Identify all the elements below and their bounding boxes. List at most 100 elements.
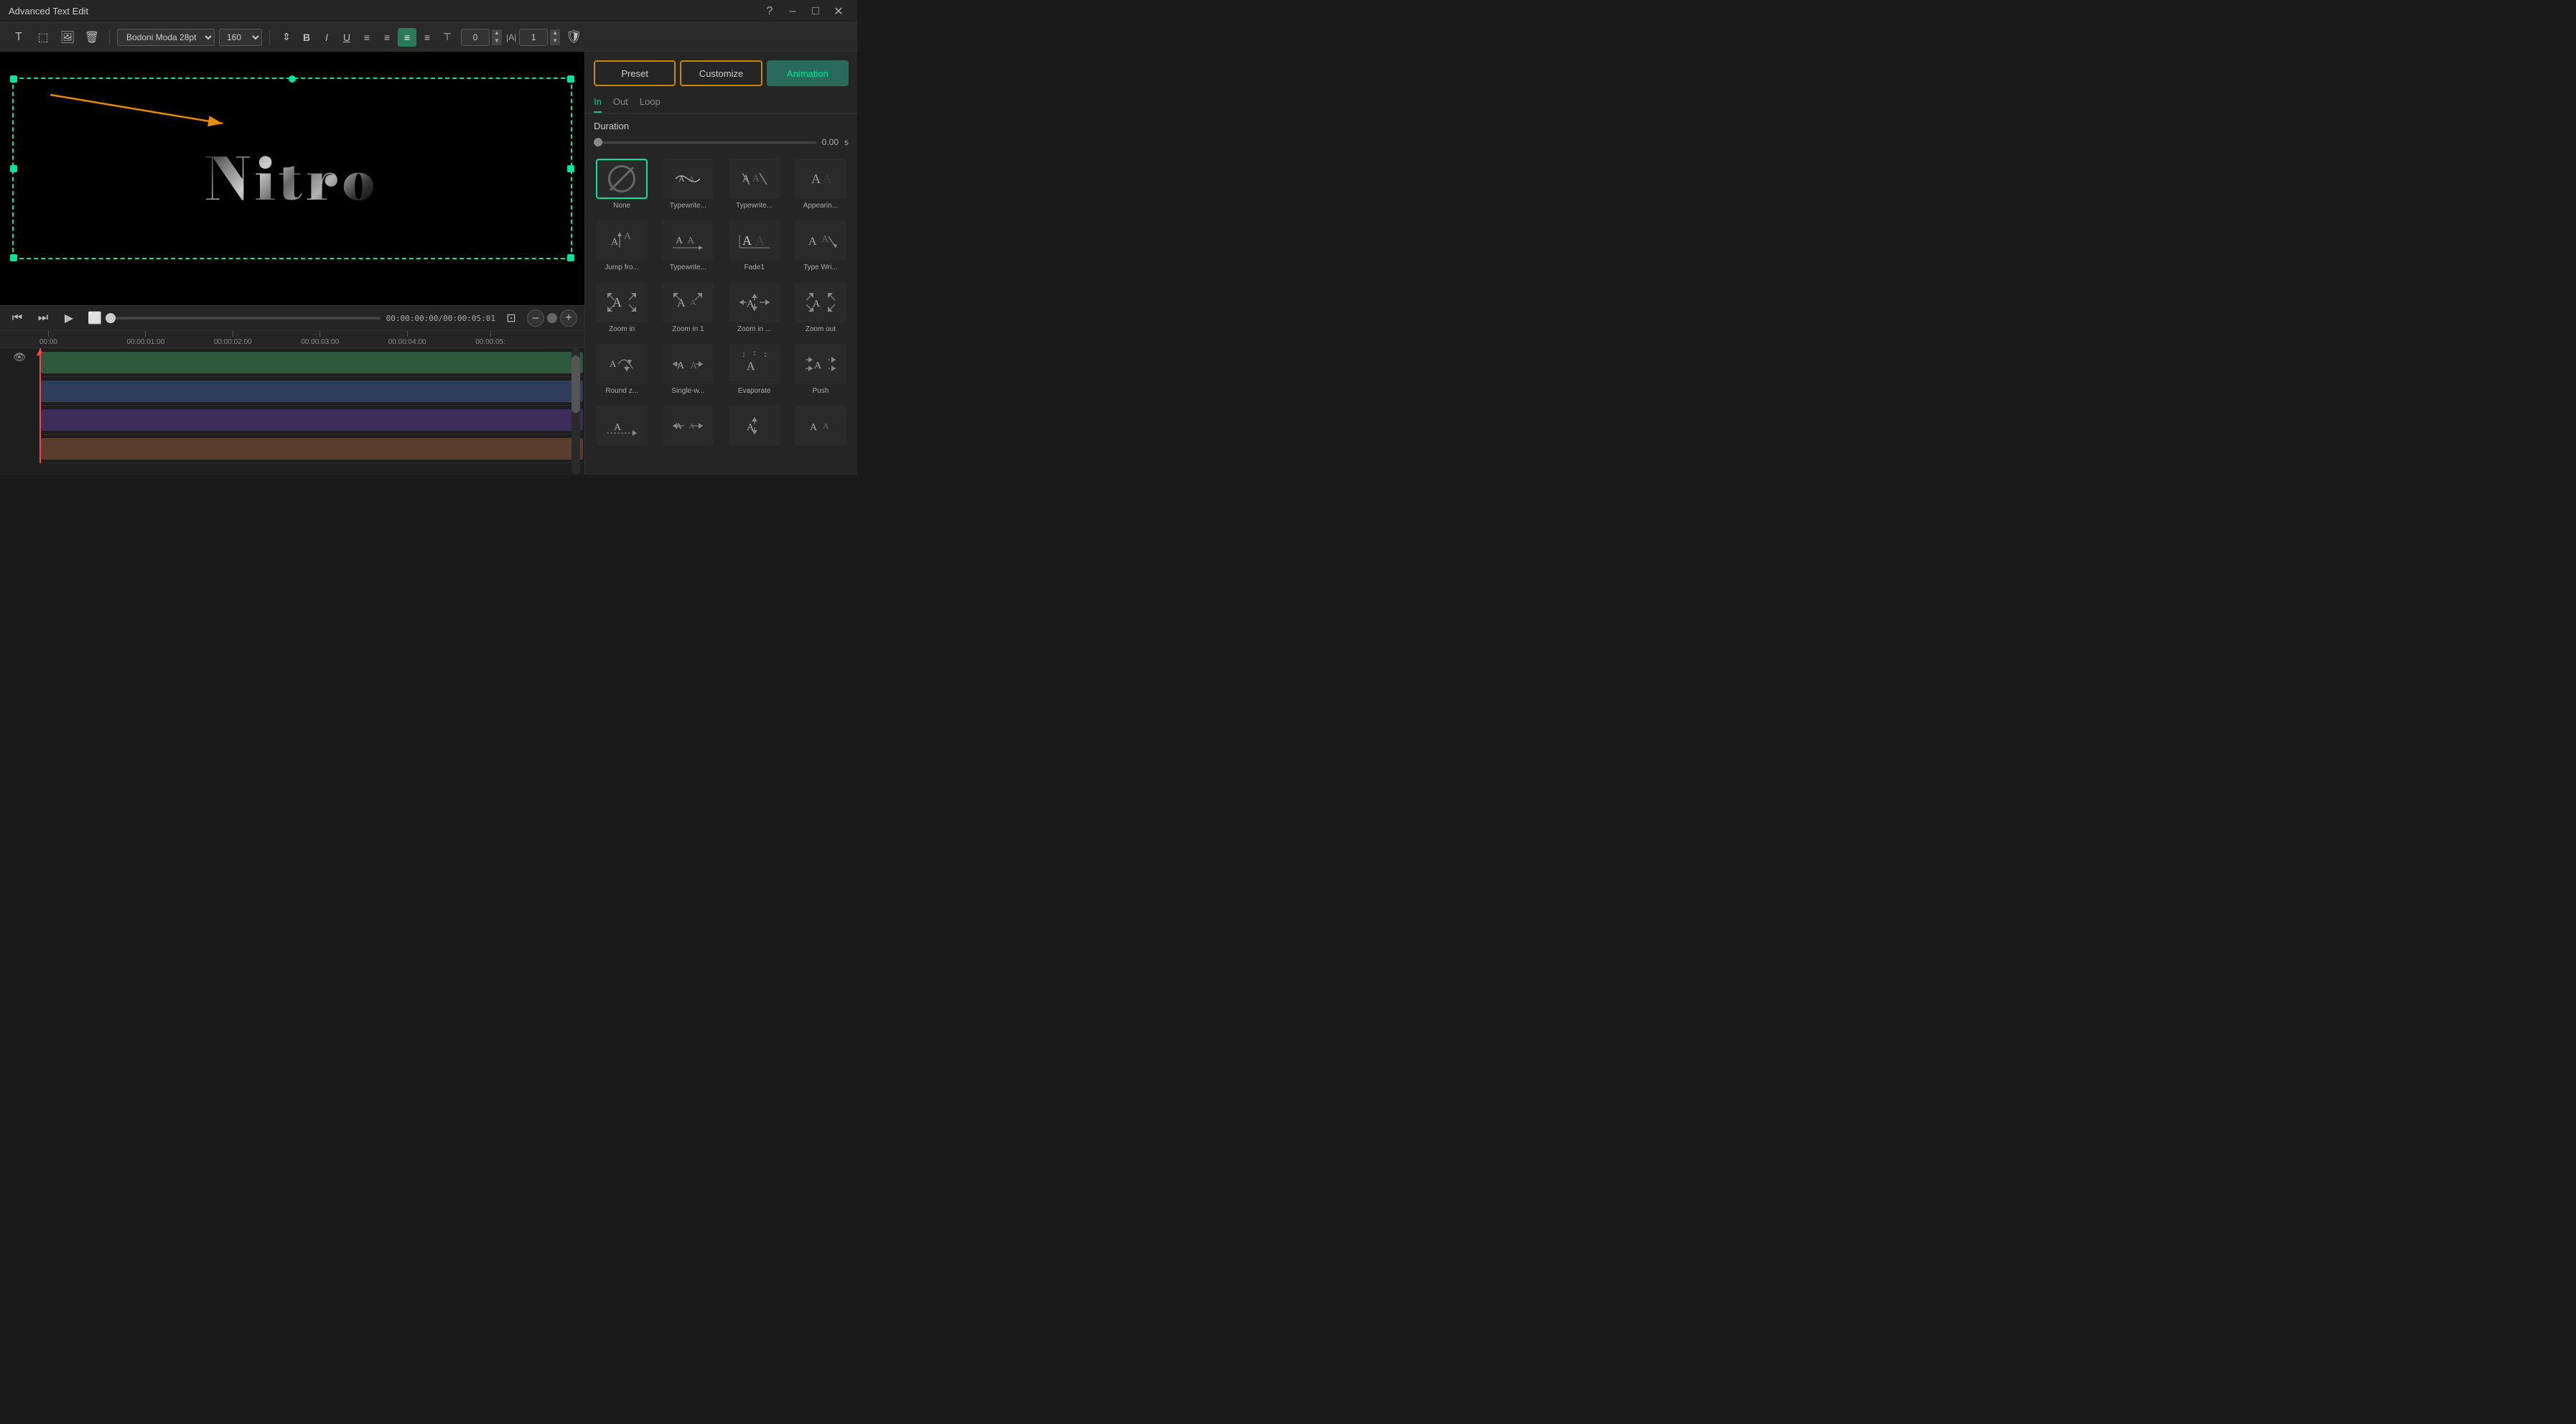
track-content-1[interactable] <box>41 352 583 373</box>
handle-middle-right[interactable] <box>567 165 574 172</box>
leading-input[interactable] <box>519 29 548 46</box>
step-forward-button[interactable]: ⏭ <box>33 308 53 328</box>
preset-tab[interactable]: Preset <box>594 60 676 86</box>
font-selector[interactable]: Bodoni Moda 28pt <box>117 29 215 46</box>
track-content-4[interactable] <box>41 438 583 460</box>
anim-typewrite3[interactable]: A A Typewrite... <box>657 218 719 275</box>
anim-thumb-typewrite3: A A <box>662 220 714 261</box>
anim-thumb-appearing: A A <box>795 159 846 199</box>
anim-extra4[interactable]: A A <box>790 403 851 452</box>
timeline-scrollbar[interactable] <box>571 348 580 475</box>
handle-top-center[interactable] <box>289 75 296 83</box>
zoom-out-button[interactable]: – <box>527 310 544 327</box>
scrollbar-thumb[interactable] <box>571 355 580 413</box>
track-content-2[interactable] <box>41 381 583 402</box>
handle-middle-left[interactable] <box>10 165 17 172</box>
sub-tab-loop[interactable]: Loop <box>640 92 661 113</box>
progress-thumb[interactable] <box>106 313 116 323</box>
handle-bottom-right[interactable] <box>567 254 574 261</box>
zoomin-svg: A <box>604 289 640 315</box>
anim-label-typewrite1: Typewrite... <box>670 202 706 210</box>
anim-zoomout[interactable]: A Zoom out <box>790 279 851 337</box>
progress-bar[interactable] <box>111 317 381 320</box>
animation-tab[interactable]: Animation <box>767 60 849 86</box>
anim-label-singlew: Single-w... <box>671 387 704 396</box>
transform-tool-icon[interactable]: ⬚ <box>33 27 53 47</box>
svg-text:A: A <box>677 297 686 310</box>
svg-text:A: A <box>813 299 821 310</box>
handle-top-right[interactable] <box>567 75 574 83</box>
duration-slider-container: 0.00 s <box>594 137 849 147</box>
anim-label-push: Push <box>812 387 829 396</box>
svg-text:A: A <box>747 360 755 373</box>
kerning-down[interactable]: ▼ <box>492 37 502 45</box>
anim-thumb-extra1: A <box>596 406 648 446</box>
timeline-track-4: 👁 <box>39 434 584 463</box>
canvas-text: Nitro <box>205 135 380 223</box>
anim-typewrite2[interactable]: A A Typewrite... <box>724 156 785 213</box>
sub-tab-in[interactable]: In <box>594 92 602 113</box>
align-right-button[interactable]: ≡ <box>418 28 437 47</box>
leading-up[interactable]: ▲ <box>550 29 560 37</box>
toolbar-separator-1 <box>109 30 110 45</box>
extra1-svg: A <box>604 413 640 439</box>
anim-fade1[interactable]: A A Fade1 <box>724 218 785 275</box>
anim-none[interactable]: None <box>591 156 653 213</box>
sub-tab-out[interactable]: Out <box>613 92 628 113</box>
text-vertical-button[interactable]: ⊤ <box>438 28 457 47</box>
text-tool-icon[interactable]: T <box>9 27 29 47</box>
anim-jumpfrom[interactable]: A A Jump fro... <box>591 218 653 275</box>
italic-button[interactable]: I <box>317 28 336 47</box>
leading-down[interactable]: ▼ <box>550 37 560 45</box>
play-button[interactable]: ▶ <box>59 308 79 328</box>
fit-frame-button[interactable]: ⊡ <box>501 308 521 328</box>
none-icon <box>608 165 635 192</box>
kerning-up[interactable]: ▲ <box>492 29 502 37</box>
ruler-mark-1: 00:00:01:00 <box>126 331 164 346</box>
align-left-button[interactable]: ≡ <box>358 28 376 47</box>
handle-top-left[interactable] <box>10 75 17 83</box>
anim-singlew[interactable]: A A Single-w... <box>657 341 719 399</box>
duration-slider-track[interactable] <box>594 141 816 144</box>
bold-button[interactable]: B <box>297 28 316 47</box>
anim-extra2[interactable]: A A <box>657 403 719 452</box>
anim-extra3[interactable]: A <box>724 403 785 452</box>
anim-zoomin1[interactable]: A A Zoom in 1 <box>657 279 719 337</box>
minimize-button[interactable]: – <box>783 3 803 20</box>
underline-button[interactable]: U <box>337 28 356 47</box>
duration-slider-thumb[interactable] <box>594 138 602 146</box>
arrow-annotation <box>14 73 258 138</box>
stop-button[interactable]: ⬜ <box>85 308 105 328</box>
anim-appearing[interactable]: A A Appearin... <box>790 156 851 213</box>
svg-text:A: A <box>814 360 822 371</box>
align-center-button[interactable]: ≡ <box>378 28 396 47</box>
anim-evaporate[interactable]: A A Evaporate <box>724 341 785 399</box>
help-button[interactable]: ? <box>760 3 780 20</box>
anim-extra1[interactable]: A <box>591 403 653 452</box>
zoom-in-button[interactable]: + <box>560 310 577 327</box>
anim-zoomin2[interactable]: A Zoom in ... <box>724 279 785 337</box>
maximize-button[interactable]: □ <box>806 3 826 20</box>
anim-roundz[interactable]: A Round z... <box>591 341 653 399</box>
image-tool-icon[interactable]: 🖼 <box>57 27 78 47</box>
handle-bottom-left[interactable] <box>10 254 17 261</box>
svg-text:A: A <box>689 174 695 184</box>
close-button[interactable]: ✕ <box>829 3 849 20</box>
evaporate-svg: A A <box>737 351 773 377</box>
style-button[interactable]: 🛡 <box>564 28 583 47</box>
font-size-selector[interactable]: 160 <box>219 29 262 46</box>
anim-typewrite1[interactable]: A A Typewrite... <box>657 156 719 213</box>
toolbar: T ⬚ 🖼 🗑 Bodoni Moda 28pt 160 ⇕ B I U ≡ ≡… <box>0 23 857 52</box>
track-eye-4[interactable]: 👁 <box>11 348 28 366</box>
text-spacing-button[interactable]: ⇕ <box>277 28 296 47</box>
kerning-input[interactable] <box>461 29 490 46</box>
skip-back-button[interactable]: ⏮ <box>7 308 27 328</box>
anim-thumb-extra3: A <box>729 406 780 446</box>
align-justify-button[interactable]: ≡ <box>398 28 416 47</box>
delete-icon[interactable]: 🗑 <box>82 27 102 47</box>
track-content-3[interactable] <box>41 409 583 431</box>
anim-push[interactable]: A Push <box>790 341 851 399</box>
anim-zoomin[interactable]: A Zoom in <box>591 279 653 337</box>
customize-tab[interactable]: Customize <box>680 60 762 86</box>
anim-typewri[interactable]: A A Type Wri... <box>790 218 851 275</box>
